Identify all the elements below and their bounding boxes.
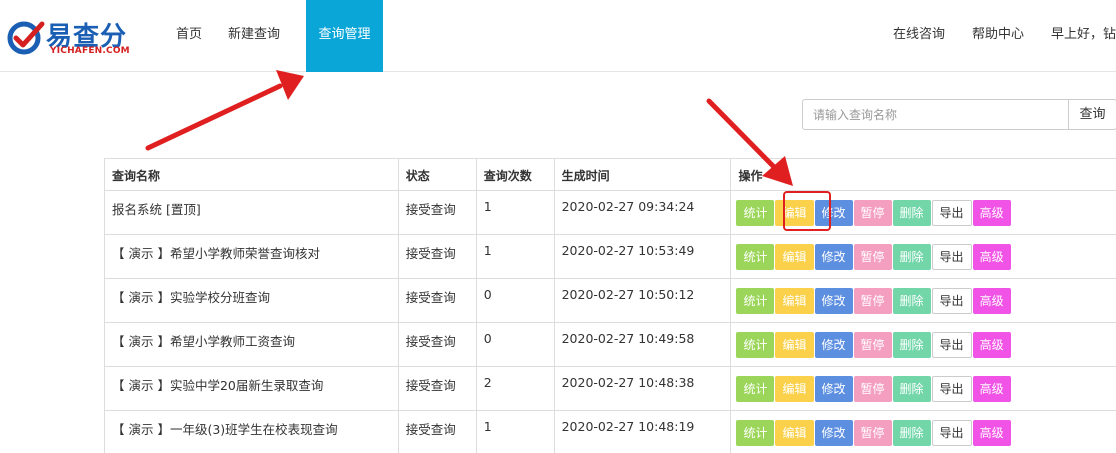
pause-button[interactable]: 暂停 bbox=[853, 244, 892, 270]
status-cell: 接受查询 bbox=[397, 278, 477, 323]
nav-home[interactable]: 首页 bbox=[163, 0, 215, 72]
delete-button[interactable]: 删除 bbox=[892, 288, 931, 314]
advanced-button[interactable]: 高级 bbox=[972, 288, 1011, 314]
created-time-cell: 2020-02-27 09:34:24 bbox=[553, 190, 732, 235]
stat-button[interactable]: 统计 bbox=[736, 332, 775, 358]
query-table: 查询名称 状态 查询次数 生成时间 操作 报名系统 [置顶] 接受查询 1 2020-… bbox=[104, 158, 1116, 453]
stat-button[interactable]: 统计 bbox=[736, 376, 775, 402]
column-header-time: 生成时间 bbox=[553, 158, 732, 191]
actions-cell: 统计 编辑 修改 暂停 删除 导出 高级 bbox=[730, 322, 1116, 367]
actions-cell: 统计 编辑 修改 暂停 删除 导出 高级 bbox=[730, 410, 1116, 453]
query-count-cell: 1 bbox=[475, 234, 555, 279]
column-header-status: 状态 bbox=[397, 158, 477, 191]
stat-button[interactable]: 统计 bbox=[736, 200, 775, 226]
export-button[interactable]: 导出 bbox=[931, 200, 972, 226]
pause-button[interactable]: 暂停 bbox=[853, 376, 892, 402]
export-button[interactable]: 导出 bbox=[931, 420, 972, 446]
pause-button[interactable]: 暂停 bbox=[853, 332, 892, 358]
edit-button[interactable]: 编辑 bbox=[775, 244, 814, 270]
edit-button[interactable]: 编辑 bbox=[775, 376, 814, 402]
query-count-cell: 1 bbox=[475, 410, 555, 453]
delete-button[interactable]: 删除 bbox=[892, 244, 931, 270]
status-cell: 接受查询 bbox=[397, 322, 477, 367]
nav-help-center[interactable]: 帮助中心 bbox=[972, 0, 1024, 72]
delete-button[interactable]: 删除 bbox=[892, 332, 931, 358]
created-time-cell: 2020-02-27 10:49:58 bbox=[553, 322, 732, 367]
search-bar: 查询 bbox=[802, 99, 1116, 130]
modify-button[interactable]: 修改 bbox=[814, 244, 853, 270]
edit-button[interactable]: 编辑 bbox=[775, 332, 814, 358]
created-time-cell: 2020-02-27 10:48:19 bbox=[553, 410, 732, 453]
advanced-button[interactable]: 高级 bbox=[972, 200, 1011, 226]
stat-button[interactable]: 统计 bbox=[736, 288, 775, 314]
logo-check-icon bbox=[7, 21, 45, 55]
created-time-cell: 2020-02-27 10:53:49 bbox=[553, 234, 732, 279]
edit-button[interactable]: 编辑 bbox=[775, 288, 814, 314]
main-nav: 首页 新建查询 查询管理 bbox=[163, 0, 384, 72]
query-name-cell[interactable]: 【 演示 】希望小学教师荣誉查询核对 bbox=[104, 234, 399, 279]
actions-cell: 统计 编辑 修改 暂停 删除 导出 高级 bbox=[730, 278, 1116, 323]
query-name-cell[interactable]: 【 演示 】实验学校分班查询 bbox=[104, 278, 399, 323]
advanced-button[interactable]: 高级 bbox=[972, 420, 1011, 446]
status-cell: 接受查询 bbox=[397, 234, 477, 279]
export-button[interactable]: 导出 bbox=[931, 244, 972, 270]
right-nav: 在线咨询 帮助中心 早上好，钻 bbox=[866, 0, 1116, 72]
advanced-button[interactable]: 高级 bbox=[972, 376, 1011, 402]
logo-subtext: YICHAFEN.COM bbox=[50, 46, 130, 56]
query-name-cell[interactable]: 【 演示 】实验中学20届新生录取查询 bbox=[104, 366, 399, 411]
query-name-cell[interactable]: 报名系统 [置顶] bbox=[104, 190, 399, 235]
column-header-actions: 操作 bbox=[730, 158, 1116, 191]
status-cell: 接受查询 bbox=[397, 366, 477, 411]
created-time-cell: 2020-02-27 10:48:38 bbox=[553, 366, 732, 411]
query-name-cell[interactable]: 【 演示 】一年级(3)班学生在校表现查询 bbox=[104, 410, 399, 453]
arrow-to-query-management bbox=[145, 70, 304, 151]
pause-button[interactable]: 暂停 bbox=[853, 420, 892, 446]
delete-button[interactable]: 删除 bbox=[892, 420, 931, 446]
query-count-cell: 0 bbox=[475, 278, 555, 323]
edit-highlight-box bbox=[783, 191, 831, 231]
advanced-button[interactable]: 高级 bbox=[972, 244, 1011, 270]
delete-button[interactable]: 删除 bbox=[892, 200, 931, 226]
modify-button[interactable]: 修改 bbox=[814, 420, 853, 446]
modify-button[interactable]: 修改 bbox=[814, 332, 853, 358]
table-row: 报名系统 [置顶] 接受查询 1 2020-02-27 09:34:24 统计 编辑 修改暂… bbox=[104, 190, 1116, 235]
query-count-cell: 1 bbox=[475, 190, 555, 235]
query-name-cell[interactable]: 【 演示 】希望小学教师工资查询 bbox=[104, 322, 399, 367]
stat-button[interactable]: 统计 bbox=[736, 420, 775, 446]
column-header-name: 查询名称 bbox=[104, 158, 399, 191]
stat-button[interactable]: 统计 bbox=[736, 244, 775, 270]
export-button[interactable]: 导出 bbox=[931, 376, 972, 402]
search-input[interactable] bbox=[802, 99, 1069, 130]
advanced-button[interactable]: 高级 bbox=[972, 332, 1011, 358]
table-row: 【 演示 】一年级(3)班学生在校表现查询 接受查询 1 2020-02-27 10:… bbox=[104, 410, 1116, 453]
nav-online-consult[interactable]: 在线咨询 bbox=[893, 0, 945, 72]
table-row: 【 演示 】希望小学教师荣誉查询核对 接受查询 1 2020-02-27 10:53:… bbox=[104, 234, 1116, 279]
nav-query-management[interactable]: 查询管理 bbox=[306, 0, 384, 72]
table-row: 【 演示 】实验学校分班查询 接受查询 0 2020-02-27 10:50:12 统计… bbox=[104, 278, 1116, 323]
status-cell: 接受查询 bbox=[397, 410, 477, 453]
status-cell: 接受查询 bbox=[397, 190, 477, 235]
actions-cell: 统计 编辑 修改 暂停 删除 导出 高级 bbox=[730, 366, 1116, 411]
pause-button[interactable]: 暂停 bbox=[853, 288, 892, 314]
table-row: 【 演示 】实验中学20届新生录取查询 接受查询 2 2020-02-27 10:48… bbox=[104, 366, 1116, 411]
search-button[interactable]: 查询 bbox=[1069, 99, 1116, 130]
delete-button[interactable]: 删除 bbox=[892, 376, 931, 402]
actions-cell: 统计 编辑 修改 暂停 删除 导出 高级 bbox=[730, 234, 1116, 279]
export-button[interactable]: 导出 bbox=[931, 288, 972, 314]
top-header: 易查分 YICHAFEN.COM 首页 新建查询 查询管理 在线咨询 帮助中心 … bbox=[0, 0, 1116, 72]
query-count-cell: 0 bbox=[475, 322, 555, 367]
column-header-count: 查询次数 bbox=[475, 158, 555, 191]
modify-button[interactable]: 修改 bbox=[814, 376, 853, 402]
user-greeting[interactable]: 早上好，钻 bbox=[1051, 0, 1116, 72]
query-count-cell: 2 bbox=[475, 366, 555, 411]
logo[interactable]: 易查分 YICHAFEN.COM bbox=[6, 14, 134, 60]
table-row: 【 演示 】希望小学教师工资查询 接受查询 0 2020-02-27 10:49:58… bbox=[104, 322, 1116, 367]
created-time-cell: 2020-02-27 10:50:12 bbox=[553, 278, 732, 323]
pause-button[interactable]: 暂停 bbox=[853, 200, 892, 226]
export-button[interactable]: 导出 bbox=[931, 332, 972, 358]
modify-button[interactable]: 修改 bbox=[814, 288, 853, 314]
edit-button[interactable]: 编辑 bbox=[775, 420, 814, 446]
table-header-row: 查询名称 状态 查询次数 生成时间 操作 bbox=[104, 158, 1116, 191]
nav-new-query[interactable]: 新建查询 bbox=[215, 0, 293, 72]
